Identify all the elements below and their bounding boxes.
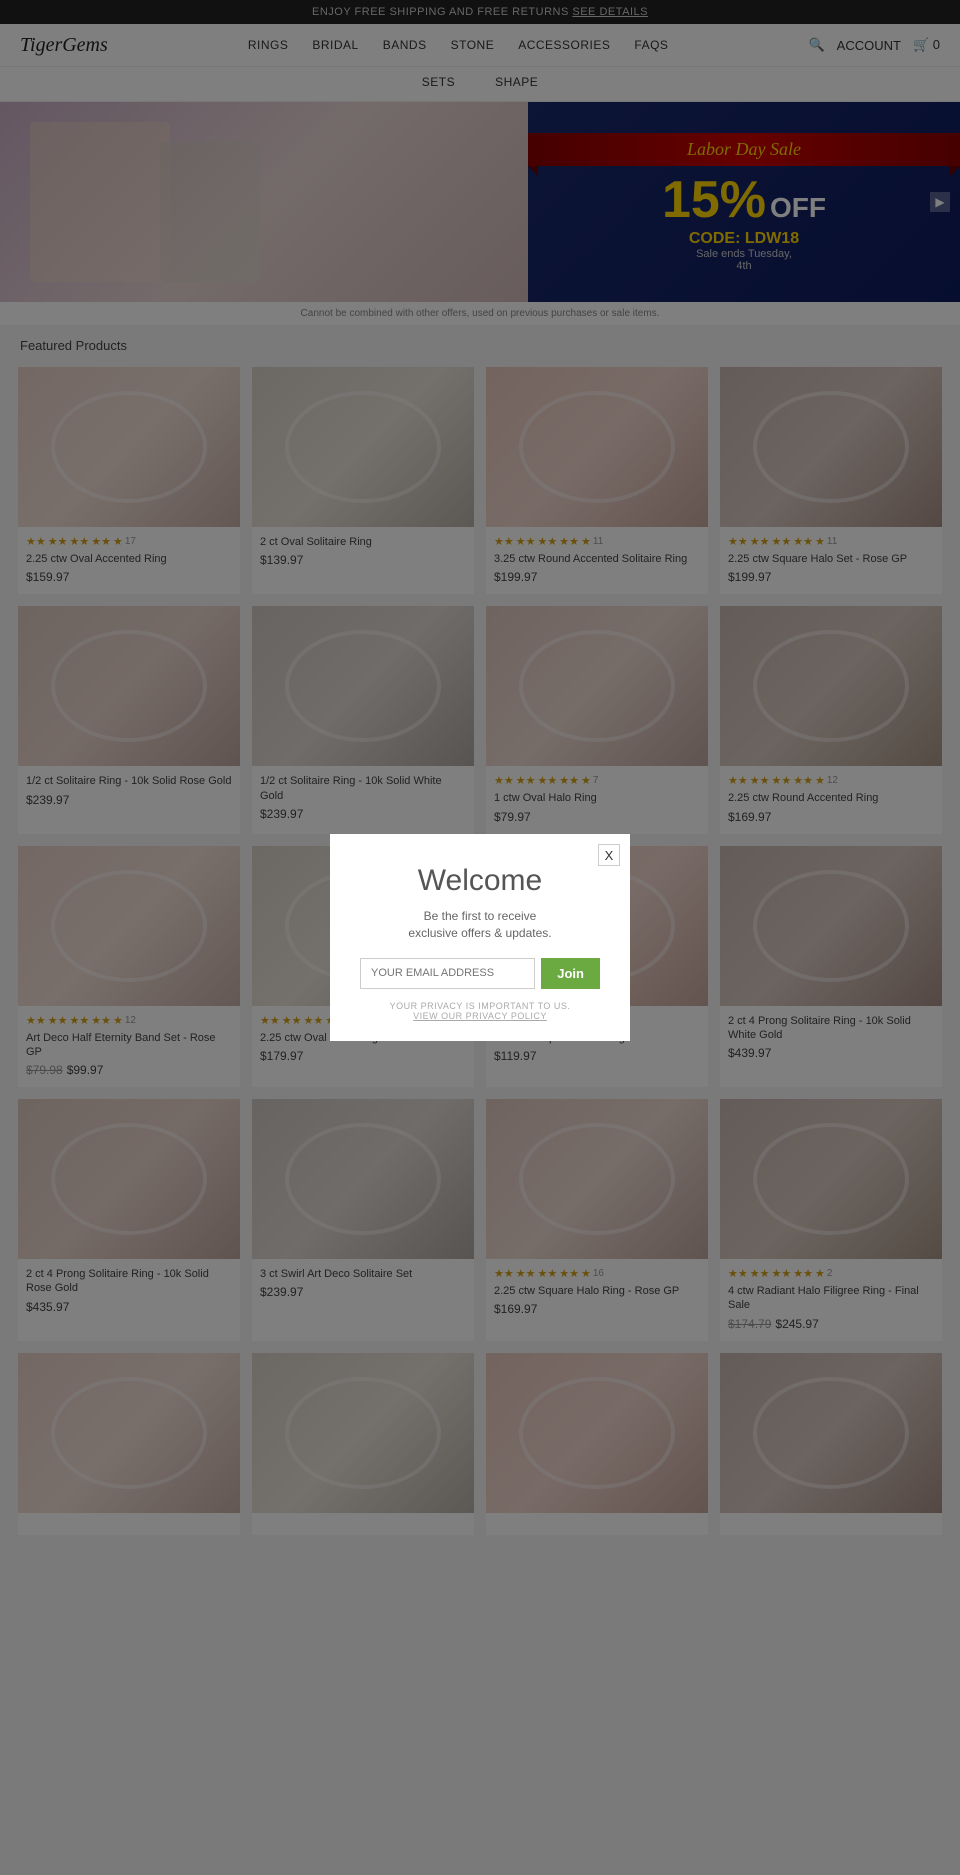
modal-close-button[interactable]: X (598, 844, 620, 866)
email-input[interactable] (360, 958, 535, 989)
join-button[interactable]: Join (541, 958, 600, 989)
privacy-text: YOUR PRIVACY IS IMPORTANT TO US. VIEW OU… (360, 1001, 600, 1021)
modal-title: Welcome (360, 864, 600, 898)
modal-form: Join (360, 958, 600, 989)
modal-subtitle: Be the first to receiveexclusive offers … (360, 908, 600, 942)
welcome-modal: X Welcome Be the first to receiveexclusi… (330, 834, 630, 1041)
modal-overlay[interactable]: X Welcome Be the first to receiveexclusi… (0, 0, 960, 1875)
privacy-link[interactable]: VIEW OUR PRIVACY POLICY (413, 1011, 547, 1021)
